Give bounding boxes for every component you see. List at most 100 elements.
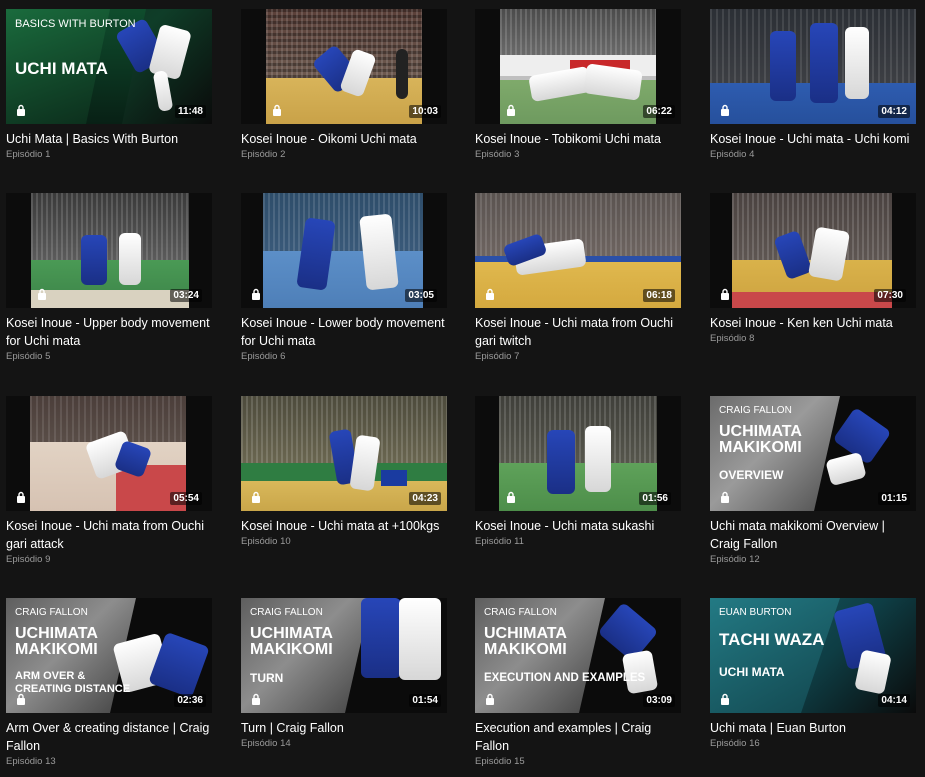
episode-title[interactable]: Turn | Craig Fallon [241, 719, 447, 737]
promo-chapter: OVERVIEW [719, 468, 784, 482]
episode-card[interactable]: 07:30 Kosei Inoue - Ken ken Uchi mata Ep… [710, 193, 916, 344]
episode-card[interactable]: 03:05 Kosei Inoue - Lower body movement … [241, 193, 447, 362]
episode-number: Episódio 1 [6, 149, 51, 160]
lock-icon [507, 491, 515, 503]
promo-chapter: TURN [250, 671, 284, 685]
episode-card[interactable]: 04:23 Kosei Inoue - Uchi mata at +100kgs… [241, 396, 447, 547]
episode-card[interactable]: 10:03 Kosei Inoue - Oikomi Uchi mata Epi… [241, 9, 447, 160]
episode-title[interactable]: Kosei Inoue - Ken ken Uchi mata [710, 314, 916, 332]
episode-thumbnail[interactable]: CRAIG FALLON UCHIMATA MAKIKOMI OVERVIEW … [710, 396, 916, 511]
episode-card[interactable]: 06:22 Kosei Inoue - Tobikomi Uchi mata E… [475, 9, 681, 160]
episode-title[interactable]: Uchi mata | Euan Burton [710, 719, 916, 737]
episode-card[interactable]: 05:54 Kosei Inoue - Uchi mata from Ouchi… [6, 396, 212, 565]
lock-icon [252, 693, 260, 705]
episode-title[interactable]: Kosei Inoue - Uchi mata from Ouchi gari … [6, 517, 212, 553]
lock-icon [486, 288, 494, 300]
episode-card[interactable]: CRAIG FALLON UCHIMATA MAKIKOMI EXECUTION… [475, 598, 681, 767]
episode-title[interactable]: Kosei Inoue - Tobikomi Uchi mata [475, 130, 681, 148]
lock-icon [721, 288, 729, 300]
promo-subtitle: EUAN BURTON [719, 607, 792, 618]
episode-number: Episódio 7 [475, 351, 520, 362]
episode-thumbnail[interactable]: 06:18 [475, 193, 681, 308]
promo-subtitle: CRAIG FALLON [719, 405, 792, 416]
episode-card[interactable]: CRAIG FALLON UCHIMATA MAKIKOMI TURN 01:5… [241, 598, 447, 749]
duration-badge: 05:54 [170, 492, 202, 505]
promo-chapter: UCHI MATA [719, 665, 785, 679]
lock-icon [721, 693, 729, 705]
episode-thumbnail[interactable]: 01:56 [475, 396, 681, 511]
episode-thumbnail[interactable]: BASICS WITH BURTON UCHI MATA 11:48 [6, 9, 212, 124]
episode-title[interactable]: Kosei Inoue - Uchi mata sukashi [475, 517, 681, 535]
lock-icon [252, 491, 260, 503]
episode-number: Episódio 4 [710, 149, 755, 160]
promo-chapter: EXECUTION AND EXAMPLES [484, 672, 646, 684]
duration-badge: 06:18 [643, 289, 675, 302]
episode-thumbnail[interactable]: 04:23 [241, 396, 447, 511]
promo-title: UCHIMATA MAKIKOMI [15, 625, 98, 658]
lock-icon [507, 104, 515, 116]
episode-card[interactable]: EUAN BURTON TACHI WAZA UCHI MATA 04:14 U… [710, 598, 916, 749]
episode-thumbnail[interactable]: 03:05 [241, 193, 447, 308]
duration-badge: 03:24 [170, 289, 202, 302]
lock-icon [17, 491, 25, 503]
episode-title[interactable]: Kosei Inoue - Lower body movement for Uc… [241, 314, 447, 350]
promo-chapter: ARM OVER & CREATING DISTANCE [15, 670, 131, 695]
episode-card[interactable]: CRAIG FALLON UCHIMATA MAKIKOMI OVERVIEW … [710, 396, 916, 565]
promo-title: UCHIMATA MAKIKOMI [484, 625, 567, 658]
duration-badge: 03:05 [405, 289, 437, 302]
episode-thumbnail[interactable]: 06:22 [475, 9, 681, 124]
episode-card[interactable]: 01:56 Kosei Inoue - Uchi mata sukashi Ep… [475, 396, 681, 547]
duration-badge: 01:15 [878, 492, 910, 505]
duration-badge: 01:56 [639, 492, 671, 505]
duration-badge: 04:23 [409, 492, 441, 505]
episode-thumbnail[interactable]: EUAN BURTON TACHI WAZA UCHI MATA 04:14 [710, 598, 916, 713]
episode-card[interactable]: 06:18 Kosei Inoue - Uchi mata from Ouchi… [475, 193, 681, 362]
episode-number: Episódio 9 [6, 554, 51, 565]
episode-title[interactable]: Uchi mata makikomi Overview | Craig Fall… [710, 517, 916, 553]
lock-icon [273, 104, 281, 116]
episode-title[interactable]: Execution and examples | Craig Fallon [475, 719, 681, 755]
episode-title[interactable]: Kosei Inoue - Oikomi Uchi mata [241, 130, 447, 148]
episode-number: Episódio 2 [241, 149, 286, 160]
lock-icon [486, 693, 494, 705]
episode-number: Episódio 12 [710, 554, 760, 565]
episode-card[interactable]: CRAIG FALLON UCHIMATA MAKIKOMI ARM OVER … [6, 598, 212, 767]
lock-icon [252, 288, 260, 300]
episode-number: Episódio 16 [710, 738, 760, 749]
lock-icon [38, 288, 46, 300]
episode-title[interactable]: Kosei Inoue - Uchi mata - Uchi komi [710, 130, 916, 148]
duration-badge: 01:54 [409, 694, 441, 707]
episode-number: Episódio 13 [6, 756, 56, 767]
episode-card[interactable]: BASICS WITH BURTON UCHI MATA 11:48 Uchi … [6, 9, 212, 160]
episode-title[interactable]: Kosei Inoue - Uchi mata from Ouchi gari … [475, 314, 681, 350]
episode-thumbnail[interactable]: CRAIG FALLON UCHIMATA MAKIKOMI TURN 01:5… [241, 598, 447, 713]
episode-thumbnail[interactable]: CRAIG FALLON UCHIMATA MAKIKOMI ARM OVER … [6, 598, 212, 713]
duration-badge: 04:14 [878, 694, 910, 707]
episode-title[interactable]: Arm Over & creating distance | Craig Fal… [6, 719, 212, 755]
promo-subtitle: BASICS WITH BURTON [15, 18, 136, 30]
episode-number: Episódio 11 [475, 536, 524, 547]
episode-thumbnail[interactable]: 05:54 [6, 396, 212, 511]
duration-badge: 03:09 [643, 694, 675, 707]
episode-thumbnail[interactable]: 03:24 [6, 193, 212, 308]
episode-thumbnail[interactable]: CRAIG FALLON UCHIMATA MAKIKOMI EXECUTION… [475, 598, 681, 713]
promo-title: UCHI MATA [15, 59, 108, 78]
duration-badge: 07:30 [874, 289, 906, 302]
lock-icon [17, 104, 25, 116]
promo-subtitle: CRAIG FALLON [484, 607, 557, 618]
episode-number: Episódio 10 [241, 536, 291, 547]
episode-thumbnail[interactable]: 04:12 [710, 9, 916, 124]
lock-icon [721, 491, 729, 503]
episode-title[interactable]: Kosei Inoue - Uchi mata at +100kgs [241, 517, 447, 535]
episode-card[interactable]: 03:24 Kosei Inoue - Upper body movement … [6, 193, 212, 362]
promo-title: TACHI WAZA [719, 630, 825, 649]
episode-thumbnail[interactable]: 07:30 [710, 193, 916, 308]
lock-icon [17, 693, 25, 705]
episode-number: Episódio 15 [475, 756, 525, 767]
episode-card[interactable]: 04:12 Kosei Inoue - Uchi mata - Uchi kom… [710, 9, 916, 160]
episode-title[interactable]: Uchi Mata | Basics With Burton [6, 130, 212, 148]
duration-badge: 02:36 [174, 694, 206, 707]
episode-title[interactable]: Kosei Inoue - Upper body movement for Uc… [6, 314, 212, 350]
duration-badge: 04:12 [878, 105, 910, 118]
episode-thumbnail[interactable]: 10:03 [241, 9, 447, 124]
